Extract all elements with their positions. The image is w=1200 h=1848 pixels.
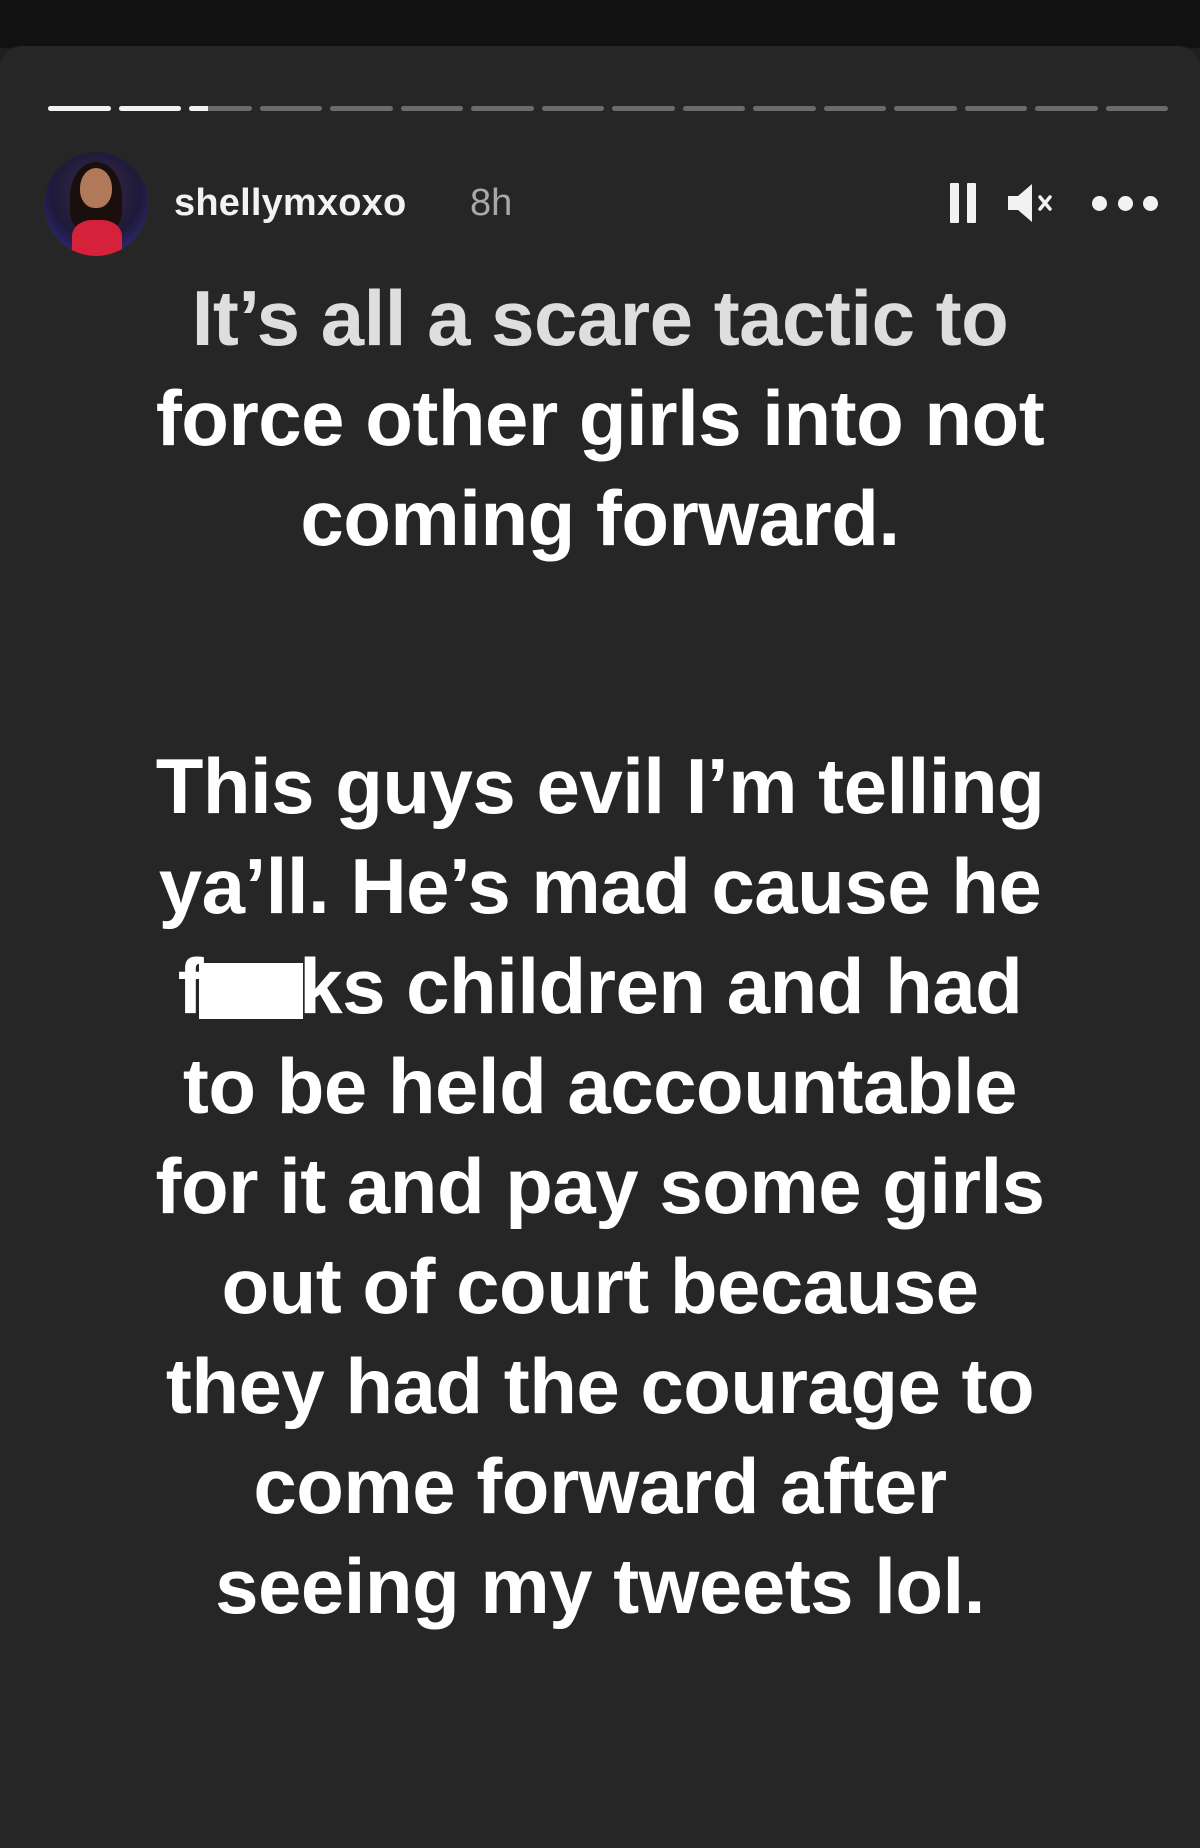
progress-segment <box>400 106 463 111</box>
more-options-icon[interactable] <box>1092 193 1158 213</box>
pause-icon[interactable] <box>950 183 976 223</box>
progress-segment <box>471 106 534 111</box>
progress-segment <box>823 106 886 111</box>
progress-segment <box>118 106 181 111</box>
story-controls <box>950 178 1158 228</box>
progress-segment <box>1105 106 1168 111</box>
progress-segment <box>259 106 322 111</box>
progress-segment <box>48 106 111 111</box>
story-header: shellymxoxo 8h <box>44 152 1164 256</box>
text-line-censored: f ks children and had <box>60 936 1140 1036</box>
story-progress-bar <box>48 106 1168 112</box>
text-line: they had the courage to <box>165 1342 1035 1430</box>
progress-segment <box>1035 106 1098 111</box>
progress-segment <box>541 106 604 111</box>
censor-bar <box>199 963 304 1019</box>
progress-segment <box>964 106 1027 111</box>
text-fragment: ks children and had <box>299 942 1023 1030</box>
story-text-paragraph-1: It’s all a scare tactic to force other g… <box>60 268 1140 568</box>
profile-avatar[interactable] <box>44 152 148 256</box>
top-bar <box>0 0 1200 48</box>
progress-segment <box>330 106 393 111</box>
username-label[interactable]: shellymxoxo <box>174 182 406 225</box>
text-line: coming forward. <box>300 474 900 562</box>
text-line: for it and pay some girls <box>155 1142 1045 1230</box>
text-line: come forward after <box>253 1442 947 1530</box>
text-line: force other girls into not <box>155 374 1045 462</box>
story-text-paragraph-2: This guys evil I’m telling ya’ll. He’s m… <box>60 736 1140 1636</box>
text-line: This guys evil I’m telling <box>155 742 1045 830</box>
progress-segment <box>894 106 957 111</box>
text-line: out of court because <box>221 1242 979 1330</box>
text-line: seeing my tweets lol. <box>215 1542 985 1630</box>
progress-segment <box>753 106 816 111</box>
text-line: to be held accountable <box>182 1042 1018 1130</box>
text-line: It’s all a scare tactic to <box>191 274 1009 362</box>
text-line: ya’ll. He’s mad cause he <box>158 842 1042 930</box>
mute-icon[interactable] <box>1006 181 1062 225</box>
progress-segment <box>189 106 252 111</box>
timestamp-label: 8h <box>470 182 513 224</box>
progress-segment <box>682 106 745 111</box>
progress-segment <box>612 106 675 111</box>
